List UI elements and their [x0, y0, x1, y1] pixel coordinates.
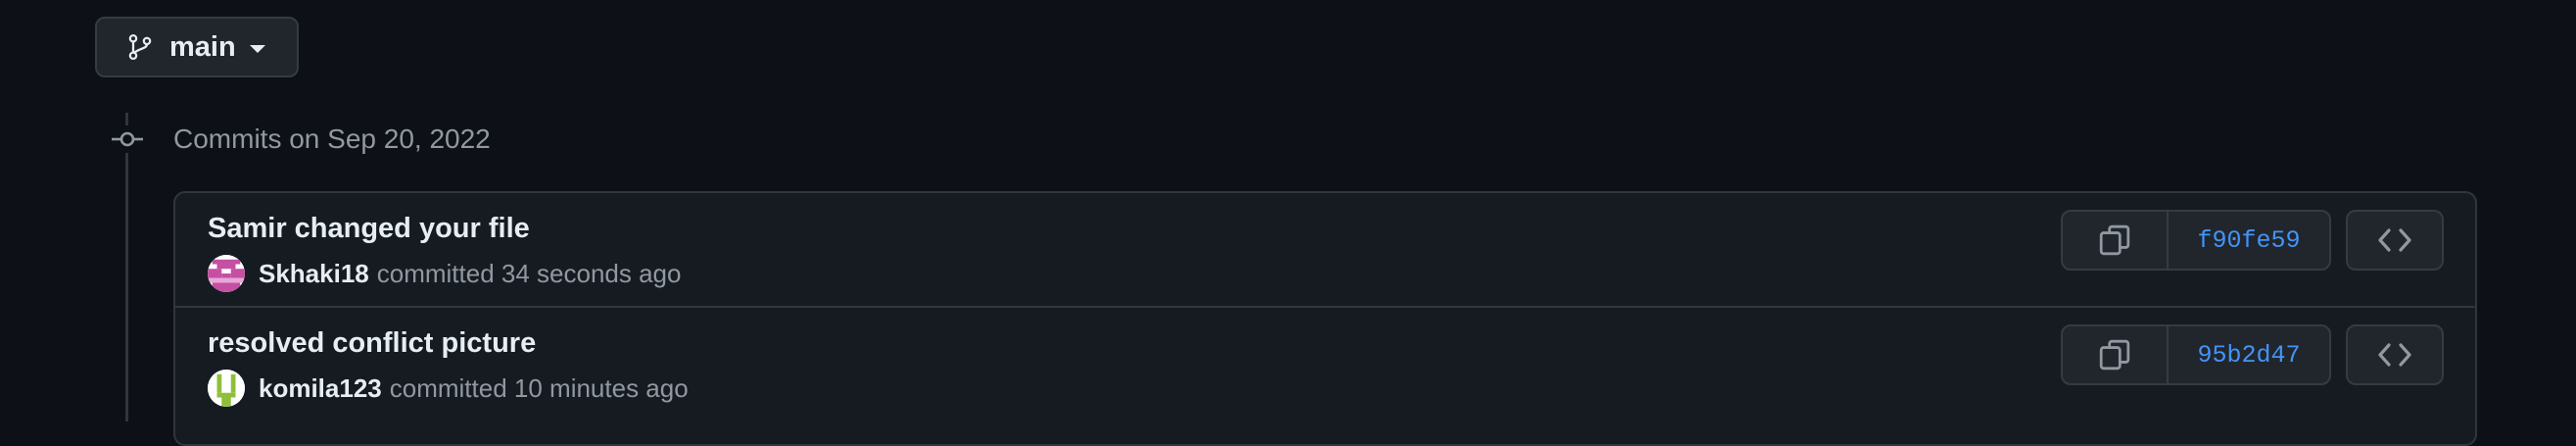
- commit-row: Samir changed your file Skhaki18 committ…: [175, 193, 2475, 308]
- caret-down-icon: [249, 45, 265, 53]
- avatar-identicon: [208, 255, 245, 292]
- avatar[interactable]: [208, 370, 245, 407]
- author-link[interactable]: komila123: [259, 373, 382, 404]
- commit-list: Samir changed your file Skhaki18 committ…: [173, 191, 2477, 446]
- commit-meta: komila123 committed 10 minutes ago: [208, 369, 689, 408]
- avatar[interactable]: [208, 255, 245, 292]
- git-branch-icon: [128, 33, 152, 61]
- git-commit-icon: [110, 125, 145, 153]
- code-icon: [2378, 228, 2411, 252]
- commit-sha-button-group: 95b2d47: [2061, 324, 2331, 385]
- timeline-line: [125, 113, 128, 421]
- avatar-identicon: [208, 370, 245, 407]
- copy-icon: [2099, 224, 2130, 256]
- copy-icon: [2099, 339, 2130, 371]
- commit-sha-link[interactable]: 95b2d47: [2169, 326, 2329, 383]
- commit-time: committed 34 seconds ago: [376, 258, 682, 288]
- author-link[interactable]: Skhaki18: [259, 259, 369, 289]
- commit-row: resolved conflict picture komila123 comm…: [175, 308, 2475, 422]
- commit-title-link[interactable]: resolved conflict picture: [208, 325, 536, 361]
- commit-title-link[interactable]: Samir changed your file: [208, 211, 530, 246]
- branch-label: main: [169, 30, 236, 63]
- browse-repo-button[interactable]: [2346, 210, 2444, 271]
- commit-date-heading: Commits on Sep 20, 2022: [173, 124, 491, 154]
- copy-sha-button[interactable]: [2063, 212, 2169, 269]
- commit-time: committed 10 minutes ago: [389, 372, 689, 403]
- copy-sha-button[interactable]: [2063, 326, 2169, 383]
- code-icon: [2378, 343, 2411, 367]
- commit-sha-button-group: f90fe59: [2061, 210, 2331, 271]
- commit-meta: Skhaki18 committed 34 seconds ago: [208, 254, 681, 293]
- browse-repo-button[interactable]: [2346, 324, 2444, 385]
- commit-sha-link[interactable]: f90fe59: [2169, 212, 2329, 269]
- branch-selector-button[interactable]: main: [95, 17, 299, 77]
